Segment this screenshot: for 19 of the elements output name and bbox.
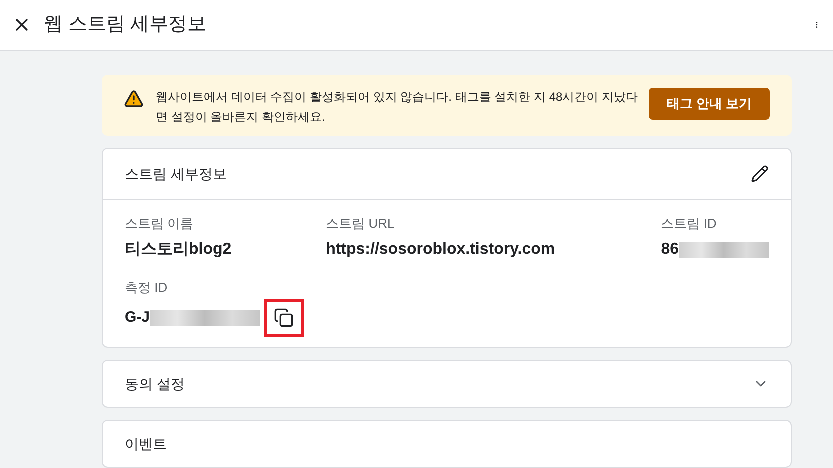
field-value: 티스토리blog2	[125, 240, 232, 260]
section-title: 동의 설정	[125, 374, 185, 394]
tag-guide-button[interactable]: 태그 안내 보기	[648, 88, 770, 120]
page-title: 웹 스트림 세부정보	[44, 12, 207, 37]
warning-message: 웹사이트에서 데이터 수집이 활성화되어 있지 않습니다. 태그를 설치한 지 48시간이 지났다면 설정이 올바른지 확인하세요.	[156, 89, 640, 126]
card-title: 스트림 세부정보	[125, 164, 227, 184]
edit-icon[interactable]	[751, 165, 769, 183]
field-label: 측정 ID	[125, 278, 169, 296]
field-label: 스트림 이름	[125, 215, 195, 233]
field-label: 스트림 ID	[661, 215, 718, 233]
section-title: 이벤트	[125, 434, 167, 454]
warning-icon	[124, 89, 144, 109]
field-value: G-J	[125, 308, 150, 328]
field-value: https://sosoroblox.tistory.com	[326, 240, 556, 260]
copy-icon[interactable]	[274, 308, 294, 328]
field-value: 86	[661, 240, 679, 260]
section-card[interactable]: 동의 설정	[102, 360, 792, 408]
field-label: 스트림 URL	[326, 215, 396, 233]
section-card[interactable]: 이벤트	[102, 420, 792, 468]
